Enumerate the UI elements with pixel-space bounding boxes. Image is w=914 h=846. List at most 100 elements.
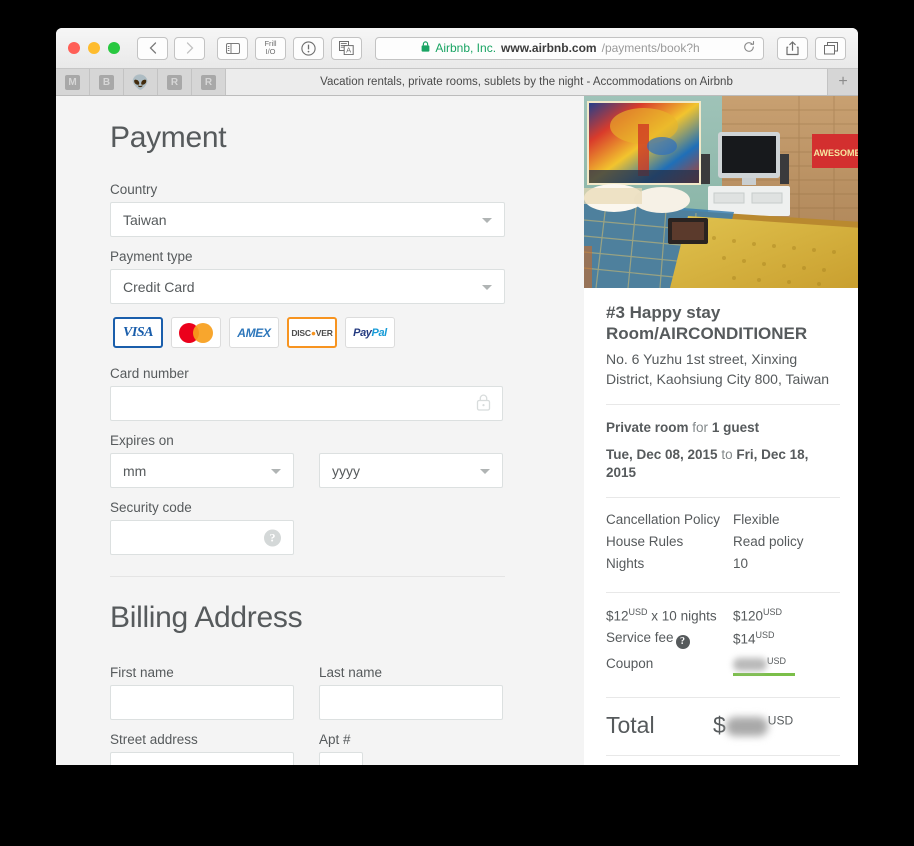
total-label: Total (606, 712, 655, 739)
nights-value: 10 (733, 555, 749, 571)
maximize-window-button[interactable] (108, 42, 120, 54)
favicon-r-1: R (167, 74, 182, 90)
favicon-reddit-alien-icon: 👽 (131, 73, 150, 90)
nightly-total-amount: $120 (733, 608, 764, 624)
url-path: /payments/book?h (601, 41, 700, 55)
card-number-input[interactable] (110, 386, 503, 421)
sidebar-toggle-button[interactable] (217, 36, 248, 60)
frill-io-button[interactable]: Frill I/O (255, 36, 286, 60)
card-brand-discover[interactable]: DISC●VER (287, 317, 337, 348)
pinned-tab-4[interactable]: R (158, 69, 192, 95)
house-rules-link[interactable]: Read policy (733, 534, 840, 556)
street-address-input[interactable] (110, 752, 294, 765)
nightly-total-value: $120USD (733, 607, 840, 631)
translate-icon[interactable]: A (331, 36, 362, 60)
page-content: Payment Country Taiwan Payment type Cred… (56, 96, 858, 765)
favicon-m: M (65, 74, 80, 90)
listing-title: #3 Happy stay Room/AIRCONDITIONER (606, 303, 808, 344)
cancellation-policy-label: Cancellation Policy (606, 511, 721, 527)
minimize-window-button[interactable] (88, 42, 100, 54)
favicon-b: B (99, 74, 114, 90)
svg-text:AWESOME: AWESOME (813, 148, 858, 158)
table-row: Cancellation Policy Flexible (606, 512, 840, 534)
guest-count: 1 guest (711, 419, 760, 435)
country-value: Taiwan (123, 211, 167, 228)
discover-label: DISC●VER (291, 327, 333, 338)
last-name-label: Last name (319, 665, 383, 680)
total-row: Total $ USD (606, 712, 840, 739)
close-window-button[interactable] (68, 42, 80, 54)
active-tab[interactable]: Vacation rentals, private rooms, sublets… (226, 69, 828, 95)
back-button[interactable] (137, 36, 168, 60)
first-name-label: First name (110, 665, 174, 680)
security-code-input[interactable]: ? (110, 520, 294, 555)
check-in-date: Tue, Dec 08, 2015 (606, 447, 718, 463)
expiry-year-select[interactable]: yyyy (319, 453, 503, 488)
summary-divider-1 (606, 403, 840, 405)
visa-label: VISA (123, 324, 153, 340)
summary-divider-5 (606, 755, 840, 757)
new-tab-button[interactable]: + (828, 69, 858, 95)
listing-address: No. 6 Yuzhu 1st street, Xinxing District… (606, 351, 830, 388)
help-icon[interactable]: ? (264, 529, 281, 546)
country-select[interactable]: Taiwan (110, 202, 505, 237)
coupon-link[interactable]: Coupon (606, 656, 733, 684)
navigation-buttons (137, 36, 205, 60)
apt-input[interactable] (319, 752, 363, 765)
redacted-coupon-amount (733, 658, 767, 672)
reload-icon[interactable] (743, 40, 755, 56)
room-type: Private room (606, 419, 689, 435)
paypal-label: PayPal (353, 326, 387, 339)
first-name-input[interactable] (110, 685, 294, 720)
show-tabs-icon[interactable] (815, 36, 846, 60)
table-row: Nights 10 (606, 556, 840, 578)
stay-dates-line: Tue, Dec 08, 2015 to Fri, Dec 18, 2015 (606, 446, 840, 482)
last-name-input[interactable] (319, 685, 503, 720)
help-icon[interactable]: ? (675, 634, 690, 649)
total-currency-symbol: $ (713, 712, 726, 739)
share-icon[interactable] (777, 36, 808, 60)
to-word: to (721, 447, 733, 463)
payment-type-value: Credit Card (123, 278, 195, 295)
table-row: Service fee? $14USD (606, 630, 840, 656)
info-circle-icon[interactable] (293, 36, 324, 60)
expiry-year-value: yyyy (332, 462, 360, 479)
pinned-tab-5[interactable]: R (192, 69, 226, 95)
card-brand-paypal[interactable]: PayPal (345, 317, 395, 348)
booking-summary-panel: AWESOME #3 Happy stay Room/AIRCONDITIONE… (584, 96, 858, 765)
svg-text:A: A (346, 46, 351, 55)
card-brand-amex[interactable]: AMEX (229, 317, 279, 348)
favicon-r-2: R (201, 74, 216, 90)
nightly-rate-label: $12USD x 10 nights (606, 607, 733, 631)
service-fee-currency: USD (755, 630, 775, 641)
listing-photo: AWESOME (584, 96, 858, 288)
address-bar[interactable]: Airbnb, Inc. www.airbnb.com/payments/boo… (375, 36, 764, 60)
cancellation-policy-value[interactable]: Flexible (733, 512, 840, 534)
lock-icon (476, 393, 491, 414)
nightly-rate-nights: x 10 nights (647, 608, 717, 624)
payment-type-label: Payment type (110, 249, 193, 264)
for-word: for (692, 419, 709, 435)
payment-type-select[interactable]: Credit Card (110, 269, 505, 304)
security-code-label: Security code (110, 500, 192, 515)
accepted-cards: VISA AMEX DISC●VER PayPal (113, 317, 528, 348)
room-type-line: Private room for 1 guest (606, 419, 840, 437)
service-fee-label: Service fee? (606, 630, 733, 656)
summary-body: #3 Happy stay Room/AIRCONDITIONER No. 6 … (584, 302, 858, 757)
service-fee-text: Service fee (606, 630, 674, 646)
street-row: Street address Apt # (110, 732, 528, 765)
expiry-month-select[interactable]: mm (110, 453, 294, 488)
name-row: First name Last name (110, 665, 528, 732)
card-brand-visa[interactable]: VISA (113, 317, 163, 348)
card-number-label: Card number (110, 366, 189, 381)
card-brand-mastercard[interactable] (171, 317, 221, 348)
billing-heading: Billing Address (110, 601, 303, 634)
forward-button[interactable] (174, 36, 205, 60)
pinned-tab-3[interactable]: 👽 (124, 69, 158, 95)
pinned-tab-2[interactable]: B (90, 69, 124, 95)
table-row: Coupon USD (606, 656, 840, 684)
apt-label: Apt # (319, 732, 351, 747)
nightly-rate-currency: USD (628, 606, 648, 617)
pinned-tab-1[interactable]: M (56, 69, 90, 95)
coupon-underline (733, 673, 795, 677)
